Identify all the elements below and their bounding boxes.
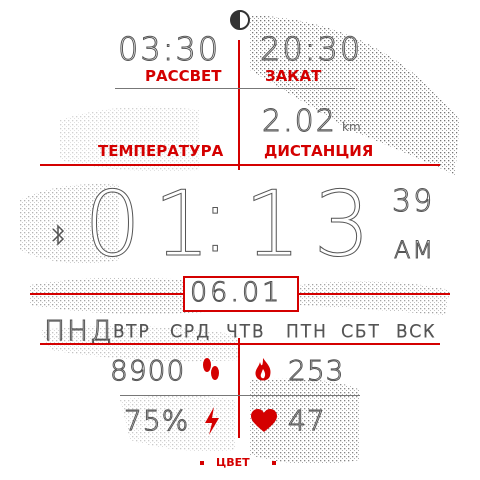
weekday-tue: ВТР <box>113 322 151 343</box>
calories-value: 253 <box>287 354 345 388</box>
color-button[interactable]: ЦВЕТ <box>216 456 250 469</box>
distance-value: 2.02 <box>262 104 337 140</box>
color-dot-right <box>272 461 276 465</box>
temperature-label: ТЕМПЕРАТУРА <box>98 142 224 160</box>
weekday-sun: ВСК <box>395 322 437 343</box>
heart-icon <box>251 409 277 432</box>
steps-value: 8900 <box>109 354 186 388</box>
sun-underline <box>115 88 355 89</box>
color-dot-left <box>200 461 204 465</box>
divider-top <box>238 40 240 170</box>
sunrise-label: РАССВЕТ <box>145 67 222 85</box>
weekday-wed: СРД <box>169 322 212 343</box>
time-ampm: AM <box>393 236 436 265</box>
heart-rate-value: 47 <box>288 404 326 438</box>
sunset-time: 20:30 <box>259 30 363 69</box>
battery-value: 75% <box>123 404 190 438</box>
weekday-fri: ПТН <box>286 322 328 343</box>
time-seconds: 39 <box>391 184 435 220</box>
distance-label: ДИСТАНЦИЯ <box>264 142 374 160</box>
weekday-sat: СБТ <box>341 322 381 343</box>
stats-divider <box>120 395 360 396</box>
date-value: 06.01 <box>189 277 283 309</box>
flame-icon <box>255 358 271 381</box>
divider-bottom <box>238 338 240 438</box>
footprints-icon <box>203 358 219 380</box>
time-minutes: 13 <box>244 172 383 278</box>
weekday-thu: ЧТВ <box>225 322 266 343</box>
lightning-icon <box>205 407 219 435</box>
bluetooth-icon <box>52 224 65 246</box>
time-colon: : <box>199 168 231 274</box>
divider-weekdays <box>40 343 440 345</box>
sunrise-time: 03:30 <box>117 30 221 69</box>
distance-unit: km <box>342 120 361 134</box>
moon-phase-icon <box>230 10 250 30</box>
divider-labels <box>40 164 440 166</box>
sunset-label: ЗАКАТ <box>265 67 322 85</box>
watch-face: 03:30 РАССВЕТ 20:30 ЗАКАТ 2.02 km ТЕМПЕР… <box>0 0 480 480</box>
